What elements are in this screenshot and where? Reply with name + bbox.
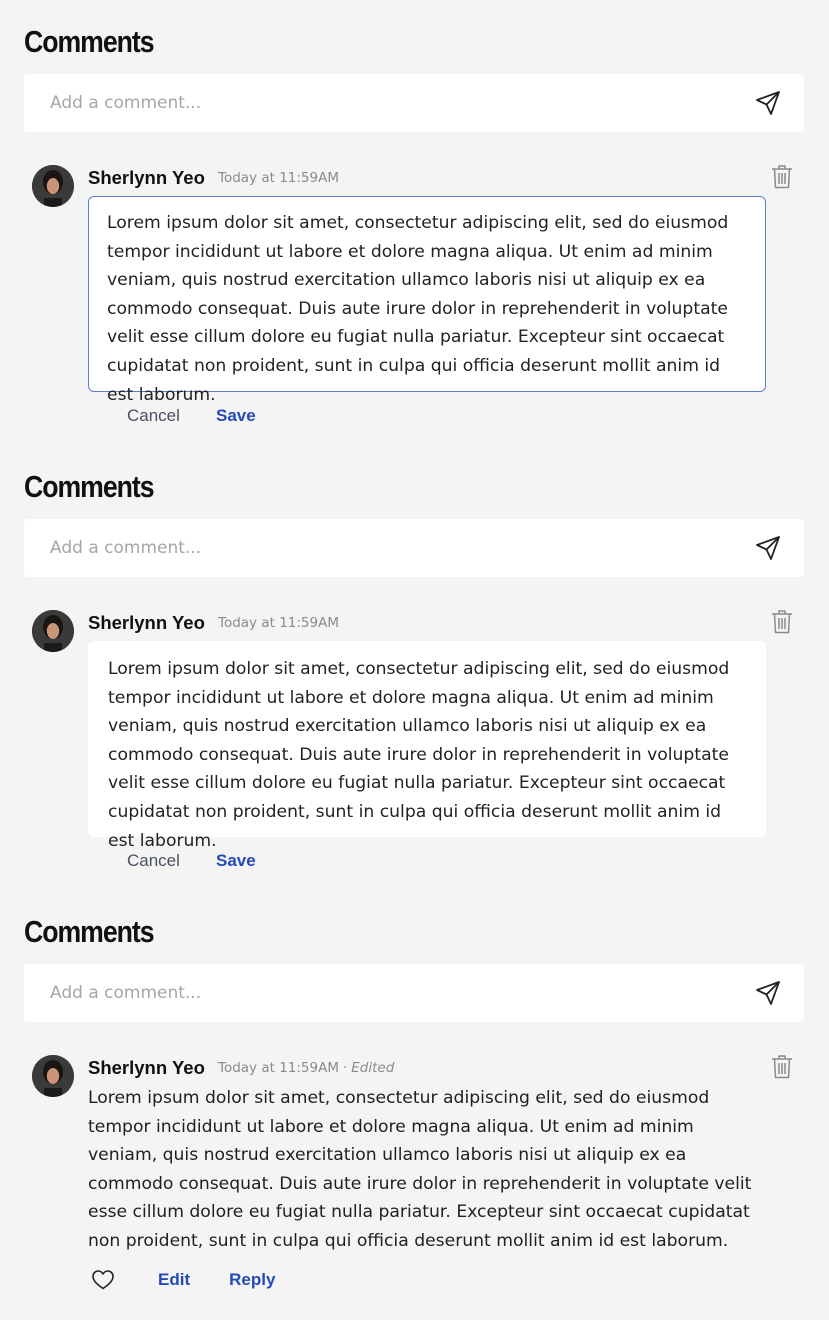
avatar — [32, 1055, 74, 1097]
comment-actions: Edit Reply — [91, 1268, 275, 1292]
edit-button[interactable]: Edit — [158, 1270, 190, 1290]
send-button[interactable] — [752, 978, 784, 1008]
trash-icon — [772, 1054, 792, 1078]
send-icon — [756, 981, 780, 1005]
delete-button[interactable] — [770, 163, 794, 189]
comment-author: Sherlynn Yeo — [88, 1057, 205, 1078]
avatar-icon — [32, 165, 74, 207]
send-icon — [756, 91, 780, 115]
comment-composer — [24, 964, 804, 1022]
comment-composer — [24, 519, 804, 577]
avatar — [32, 165, 74, 207]
delete-button[interactable] — [770, 1053, 794, 1079]
section-title: Comments — [24, 914, 155, 949]
delete-button[interactable] — [770, 608, 794, 634]
edit-actions: Cancel Save — [127, 851, 256, 871]
avatar-icon — [32, 1055, 74, 1097]
edit-actions: Cancel Save — [127, 406, 256, 426]
heart-icon — [92, 1270, 114, 1290]
cancel-button[interactable]: Cancel — [127, 406, 216, 426]
avatar — [32, 610, 74, 652]
cancel-button[interactable]: Cancel — [127, 851, 216, 871]
save-button[interactable]: Save — [216, 851, 256, 871]
edited-label: Edited — [351, 1060, 395, 1076]
send-button[interactable] — [752, 88, 784, 118]
comments-section-3: Comments Sherlynn Yeo Today at 11:59AM·E… — [0, 890, 829, 1320]
comments-section-1: Comments Sherlynn Yeo Today at 11:59AM L… — [0, 0, 829, 445]
comment-timestamp: Today at 11:59AM — [218, 615, 339, 631]
comments-section-2: Comments Sherlynn Yeo Today at 11:59AM L… — [0, 445, 829, 890]
avatar-icon — [32, 610, 74, 652]
comment-edit-field[interactable]: Lorem ipsum dolor sit amet, consectetur … — [88, 641, 766, 851]
comment-input[interactable] — [24, 519, 744, 577]
send-icon — [756, 536, 780, 560]
comment-input[interactable] — [24, 964, 744, 1022]
comment-edit-field[interactable]: Lorem ipsum dolor sit amet, consectetur … — [88, 196, 766, 405]
comment-author: Sherlynn Yeo — [88, 167, 205, 188]
meta-separator: · — [342, 1060, 348, 1076]
comment-input[interactable] — [24, 74, 744, 132]
reply-button[interactable]: Reply — [229, 1270, 275, 1290]
comment-composer — [24, 74, 804, 132]
save-button[interactable]: Save — [216, 406, 256, 426]
comment-meta: Today at 11:59AM · Edited — [218, 1060, 394, 1076]
send-button[interactable] — [752, 533, 784, 563]
comment-author: Sherlynn Yeo — [88, 612, 205, 633]
like-button[interactable] — [91, 1268, 115, 1292]
trash-icon — [772, 164, 792, 188]
comment-timestamp: Today at 11:59AM — [218, 170, 339, 186]
trash-icon — [772, 609, 792, 633]
comment-timestamp: Today at 11:59AM — [218, 1060, 339, 1076]
comment-body: Lorem ipsum dolor sit amet, consectetur … — [88, 1088, 752, 1251]
section-title: Comments — [24, 24, 155, 59]
section-title: Comments — [24, 469, 155, 504]
